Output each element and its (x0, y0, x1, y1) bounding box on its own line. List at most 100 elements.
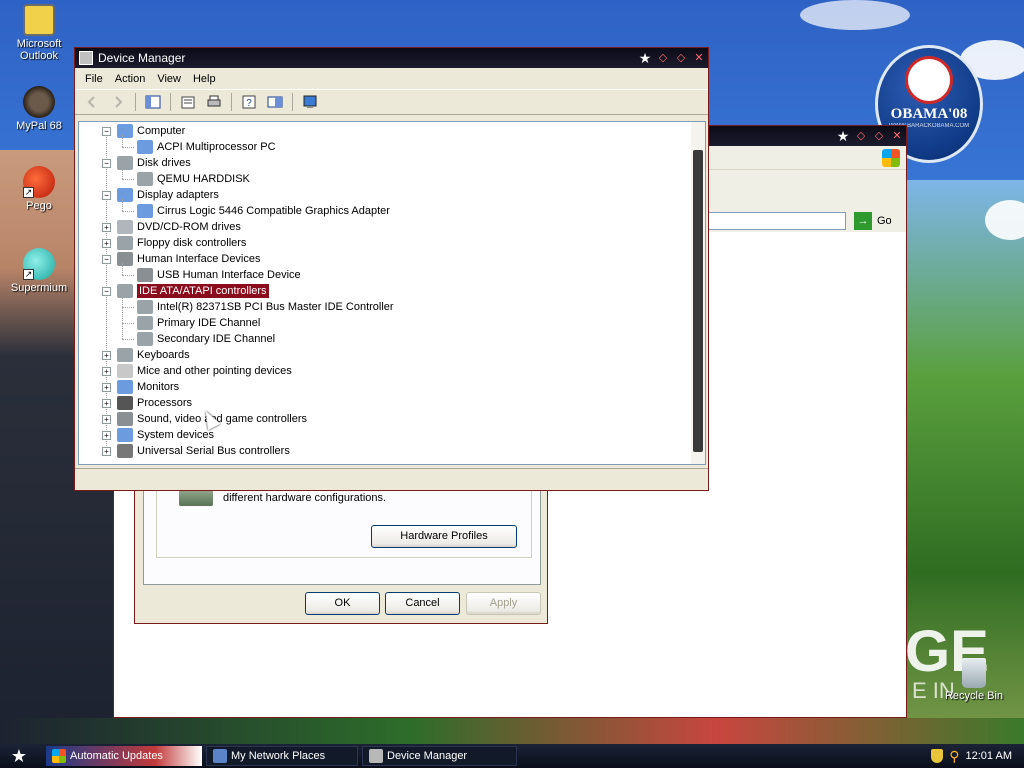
collapse-icon[interactable]: − (102, 286, 111, 296)
desktop-icon-outlook[interactable]: Microsoft Outlook (2, 4, 76, 62)
scan-hardware-icon[interactable] (299, 92, 321, 112)
search-icon[interactable]: ⚲ (949, 748, 959, 765)
desktop-icon-pego[interactable]: ↗ Pego (2, 166, 76, 212)
device-manager-icon (369, 749, 383, 763)
task-device-manager[interactable]: Device Manager (362, 746, 517, 766)
device-icon (137, 172, 153, 186)
tree-connector (122, 323, 134, 324)
ok-button[interactable]: OK (305, 592, 380, 615)
tree-device[interactable]: QEMU HARDDISK (137, 171, 250, 187)
properties-icon[interactable] (177, 92, 199, 112)
collapse-icon[interactable]: − (102, 126, 111, 136)
show-hide-tree-icon[interactable] (264, 92, 286, 112)
task-label: My Network Places (231, 750, 326, 762)
menu-view[interactable]: View (151, 73, 187, 85)
start-button[interactable]: ★ (0, 744, 38, 768)
scrollbar-thumb[interactable] (693, 150, 703, 452)
tree-category[interactable]: + Processors (102, 395, 192, 411)
device-manager-window[interactable]: Device Manager ★ ◇ ◇ ✕ File Action View … (74, 47, 709, 491)
tree-category[interactable]: − Disk drives (102, 155, 191, 171)
tree-device[interactable]: ACPI Multiprocessor PC (137, 139, 276, 155)
system-tray: ⚲ 12:01 AM (914, 744, 1024, 768)
tree-category-label: Universal Serial Bus controllers (137, 445, 290, 457)
tree-category[interactable]: + DVD/CD-ROM drives (102, 219, 241, 235)
tree-category[interactable]: + Floppy disk controllers (102, 235, 246, 251)
expand-icon[interactable]: + (102, 398, 111, 408)
tree-device[interactable]: Primary IDE Channel (137, 315, 260, 331)
campaign-logo-text: OBAMA'08 (890, 106, 968, 122)
task-my-network-places[interactable]: My Network Places (206, 746, 358, 766)
cloud (800, 0, 910, 30)
window-title: Device Manager (98, 51, 186, 65)
minimize-icon[interactable]: ◇ (852, 128, 870, 144)
tree-category[interactable]: + Mice and other pointing devices (102, 363, 292, 379)
tree-device[interactable]: Cirrus Logic 5446 Compatible Graphics Ad… (137, 203, 390, 219)
device-icon (137, 332, 153, 346)
device-tree-panel: − Computer ACPI Multiprocessor PC − Disk dri… (78, 121, 706, 465)
expand-icon[interactable]: + (102, 366, 111, 376)
expand-icon[interactable]: + (102, 430, 111, 440)
shortcut-arrow-icon: ↗ (23, 187, 34, 198)
star-icon[interactable]: ★ (834, 128, 852, 144)
device-manager-titlebar[interactable]: Device Manager ★ ◇ ◇ ✕ (75, 48, 708, 68)
collapse-icon[interactable]: − (102, 190, 111, 200)
security-shield-icon[interactable] (931, 749, 944, 763)
vertical-scrollbar[interactable] (691, 122, 705, 464)
go-button[interactable]: Go (877, 215, 892, 227)
tree-device[interactable]: USB Human Interface Device (137, 267, 301, 283)
console-tree-icon[interactable] (142, 92, 164, 112)
cancel-button[interactable]: Cancel (385, 592, 460, 615)
system-properties-dialog[interactable]: different hardware configurations. Hardw… (134, 470, 548, 624)
desktop-icon-label: Supermium (10, 282, 68, 294)
hardware-profiles-button[interactable]: Hardware Profiles (371, 525, 517, 548)
expand-icon[interactable]: + (102, 222, 111, 232)
campaign-logo-mark (905, 56, 953, 104)
expand-icon[interactable]: + (102, 446, 111, 456)
supermium-icon: ↗ (23, 248, 55, 280)
print-icon[interactable] (203, 92, 225, 112)
device-category-icon (117, 236, 133, 250)
menu-help[interactable]: Help (187, 73, 222, 85)
desktop-icon-label: MyPal 68 (16, 120, 62, 132)
expand-icon[interactable]: + (102, 414, 111, 424)
tree-device[interactable]: Secondary IDE Channel (137, 331, 275, 347)
maximize-icon[interactable]: ◇ (672, 50, 690, 66)
tree-category[interactable]: + Keyboards (102, 347, 190, 363)
tree-category[interactable]: + Universal Serial Bus controllers (102, 443, 290, 459)
desktop-icon-mypal[interactable]: MyPal 68 (2, 86, 76, 132)
tree-device-label: Secondary IDE Channel (157, 333, 276, 345)
go-arrow-icon[interactable]: → (854, 212, 872, 230)
tree-category[interactable]: + Monitors (102, 379, 179, 395)
clock[interactable]: 12:01 AM (966, 750, 1012, 762)
tree-device[interactable]: Intel(R) 82371SB PCI Bus Master IDE Cont… (137, 299, 394, 315)
collapse-icon[interactable]: − (102, 158, 111, 168)
device-category-icon (117, 188, 133, 202)
expand-icon[interactable]: + (102, 350, 111, 360)
desktop-icon-supermium[interactable]: ↗ Supermium (2, 248, 76, 294)
desktop-icon-recycle-bin[interactable]: Recycle Bin (937, 658, 1011, 702)
address-input[interactable] (706, 212, 846, 230)
expand-icon[interactable]: + (102, 238, 111, 248)
tree-category[interactable]: + System devices (102, 427, 214, 443)
tree-category[interactable]: − Display adapters (102, 187, 219, 203)
close-icon[interactable]: ✕ (690, 50, 708, 66)
expand-icon[interactable]: + (102, 382, 111, 392)
minimize-icon[interactable]: ◇ (654, 50, 672, 66)
tree-category-label: Disk drives (137, 157, 191, 169)
collapse-icon[interactable]: − (102, 254, 111, 264)
maximize-icon[interactable]: ◇ (870, 128, 888, 144)
star-icon[interactable]: ★ (636, 50, 654, 66)
device-category-icon (117, 444, 133, 458)
device-category-icon (117, 220, 133, 234)
device-icon (137, 316, 153, 330)
tree-category[interactable]: − Human Interface Devices (102, 251, 261, 267)
tree-category[interactable]: − Computer (102, 123, 185, 139)
menu-action[interactable]: Action (109, 73, 152, 85)
tree-category[interactable]: − IDE ATA/ATAPI controllers (102, 283, 269, 299)
tree-category-label: DVD/CD-ROM drives (137, 221, 241, 233)
close-icon[interactable]: ✕ (888, 128, 906, 144)
menu-file[interactable]: File (79, 73, 109, 85)
help-icon[interactable]: ? (238, 92, 260, 112)
status-bar (75, 468, 708, 490)
task-automatic-updates[interactable]: Automatic Updates (46, 746, 202, 766)
